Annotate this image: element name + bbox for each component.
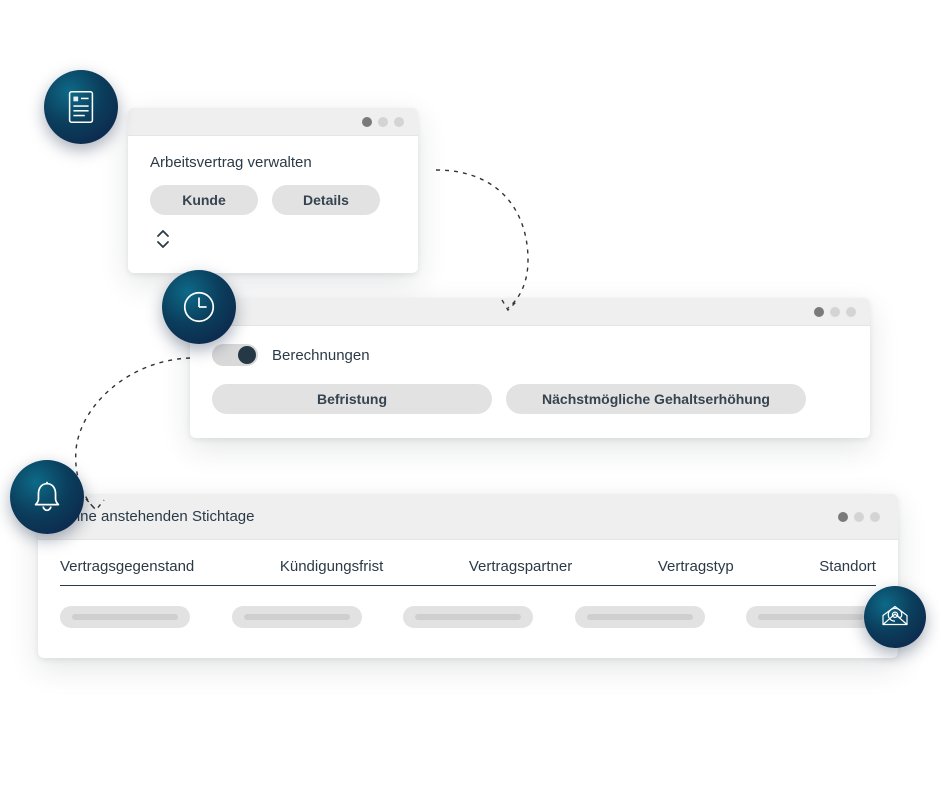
window-dot [846, 307, 856, 317]
window-dots [362, 117, 404, 127]
term-button[interactable]: Befristung [212, 384, 492, 414]
toggle-knob [238, 346, 256, 364]
col-header: Vertragstyp [658, 558, 734, 575]
table-headers: Vertragsgegenstand Kündigungsfrist Vertr… [60, 558, 876, 575]
calculations-toggle[interactable] [212, 344, 258, 366]
toggle-label: Berechnungen [272, 347, 370, 364]
window-dot [830, 307, 840, 317]
window-dot [814, 307, 824, 317]
connector-arrow [418, 160, 548, 320]
details-button[interactable]: Details [272, 185, 380, 215]
window-dot [854, 512, 864, 522]
table-cell-placeholder [575, 606, 705, 628]
window-header [128, 108, 418, 136]
contract-manage-card: Arbeitsvertrag verwalten Kunde Details [128, 108, 418, 273]
chevron-down-icon [156, 240, 170, 249]
table-cell-placeholder [60, 606, 190, 628]
clock-icon [162, 270, 236, 344]
table-cell-placeholder [746, 606, 876, 628]
table-row [60, 606, 876, 628]
table-cell-placeholder [403, 606, 533, 628]
next-raise-button[interactable]: Nächstmögliche Gehaltserhöhung [506, 384, 806, 414]
table-cell-placeholder [232, 606, 362, 628]
col-header: Vertragspartner [469, 558, 572, 575]
window-dot [362, 117, 372, 127]
chevron-up-icon [156, 229, 170, 238]
table-divider [60, 585, 876, 586]
col-header: Standort [819, 558, 876, 575]
customer-button[interactable]: Kunde [150, 185, 258, 215]
window-dots [838, 512, 880, 522]
bell-icon [10, 460, 84, 534]
col-header: Kündigungsfrist [280, 558, 383, 575]
document-icon [44, 70, 118, 144]
window-dot [394, 117, 404, 127]
window-dot [378, 117, 388, 127]
window-dot [838, 512, 848, 522]
window-dot [870, 512, 880, 522]
window-title: Arbeitsvertrag verwalten [150, 154, 396, 171]
col-header: Vertragsgegenstand [60, 558, 194, 575]
stepper[interactable] [156, 229, 170, 249]
mail-at-icon [864, 586, 926, 648]
window-dots [814, 307, 856, 317]
